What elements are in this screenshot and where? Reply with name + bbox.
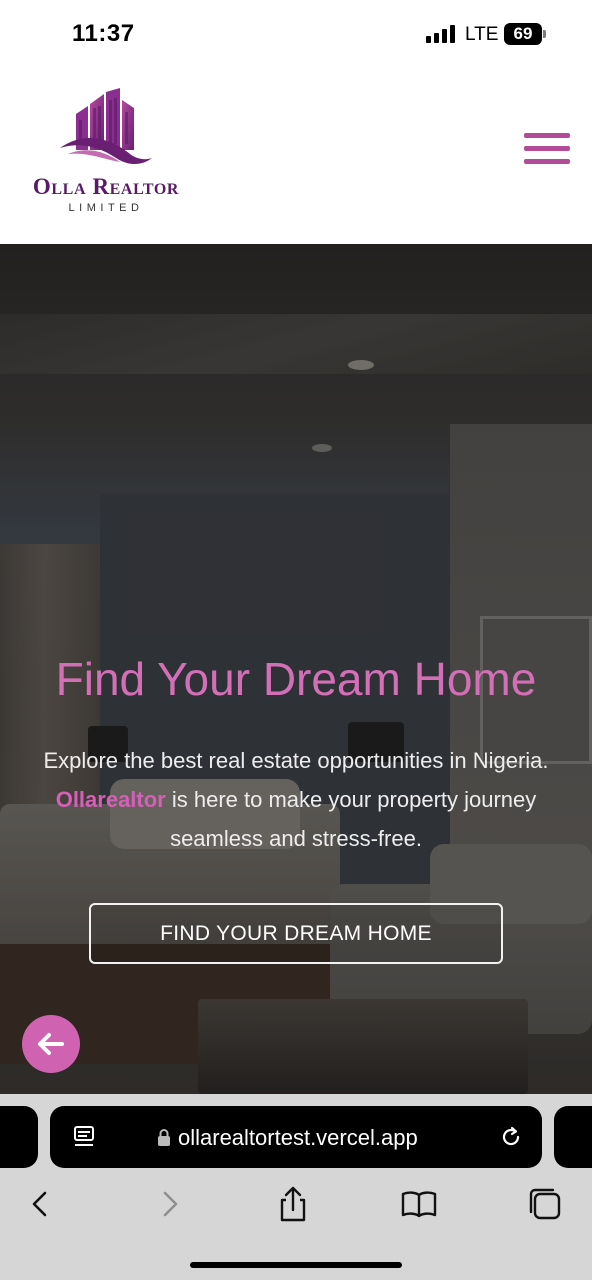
- logo-name: Olla Realtor: [32, 174, 180, 199]
- hero-title: Find Your Dream Home: [55, 653, 537, 705]
- hero-section: Find Your Dream Home Explore the best re…: [0, 244, 592, 1094]
- hamburger-menu-icon[interactable]: [524, 133, 570, 165]
- back-fab-button[interactable]: [22, 1015, 80, 1073]
- status-bar: 11:37 LTE 69: [0, 0, 592, 70]
- tabs-icon[interactable]: [525, 1184, 565, 1224]
- url-text: ollarealtortest.vercel.app: [178, 1125, 418, 1150]
- forward-icon[interactable]: [150, 1184, 190, 1224]
- browser-bar: ollarealtortest.vercel.app: [0, 1094, 592, 1280]
- status-time: 11:37: [72, 20, 135, 47]
- hero-description: Explore the best real estate opportuniti…: [40, 741, 552, 858]
- lock-icon: [158, 1129, 170, 1146]
- battery-tip: [543, 30, 546, 38]
- find-dream-home-button[interactable]: FIND YOUR DREAM HOME: [89, 903, 503, 964]
- battery-icon: 69: [504, 23, 542, 45]
- reader-icon[interactable]: [72, 1124, 98, 1150]
- network-label: LTE: [465, 24, 499, 45]
- home-indicator[interactable]: [190, 1262, 402, 1268]
- logo[interactable]: Olla Realtor LIMITED: [24, 88, 189, 218]
- building-logo-icon: [60, 88, 152, 164]
- hero-text-before: Explore the best real estate opportuniti…: [43, 748, 549, 773]
- back-icon[interactable]: [20, 1184, 60, 1224]
- signal-icon: [426, 25, 458, 43]
- hero-text-after: is here to make your property journey se…: [170, 787, 537, 851]
- bookmarks-icon[interactable]: [399, 1184, 439, 1224]
- address-bar[interactable]: ollarealtortest.vercel.app: [50, 1106, 542, 1168]
- arrow-left-icon: [38, 1033, 64, 1055]
- share-icon[interactable]: [273, 1184, 313, 1224]
- next-tab-peek[interactable]: [554, 1106, 592, 1168]
- previous-tab-peek[interactable]: [0, 1106, 38, 1168]
- logo-subtitle: LIMITED: [68, 202, 144, 214]
- reload-icon[interactable]: [498, 1124, 524, 1150]
- hero-brand: Ollarealtor: [55, 787, 166, 812]
- site-header: Olla Realtor LIMITED: [0, 70, 592, 244]
